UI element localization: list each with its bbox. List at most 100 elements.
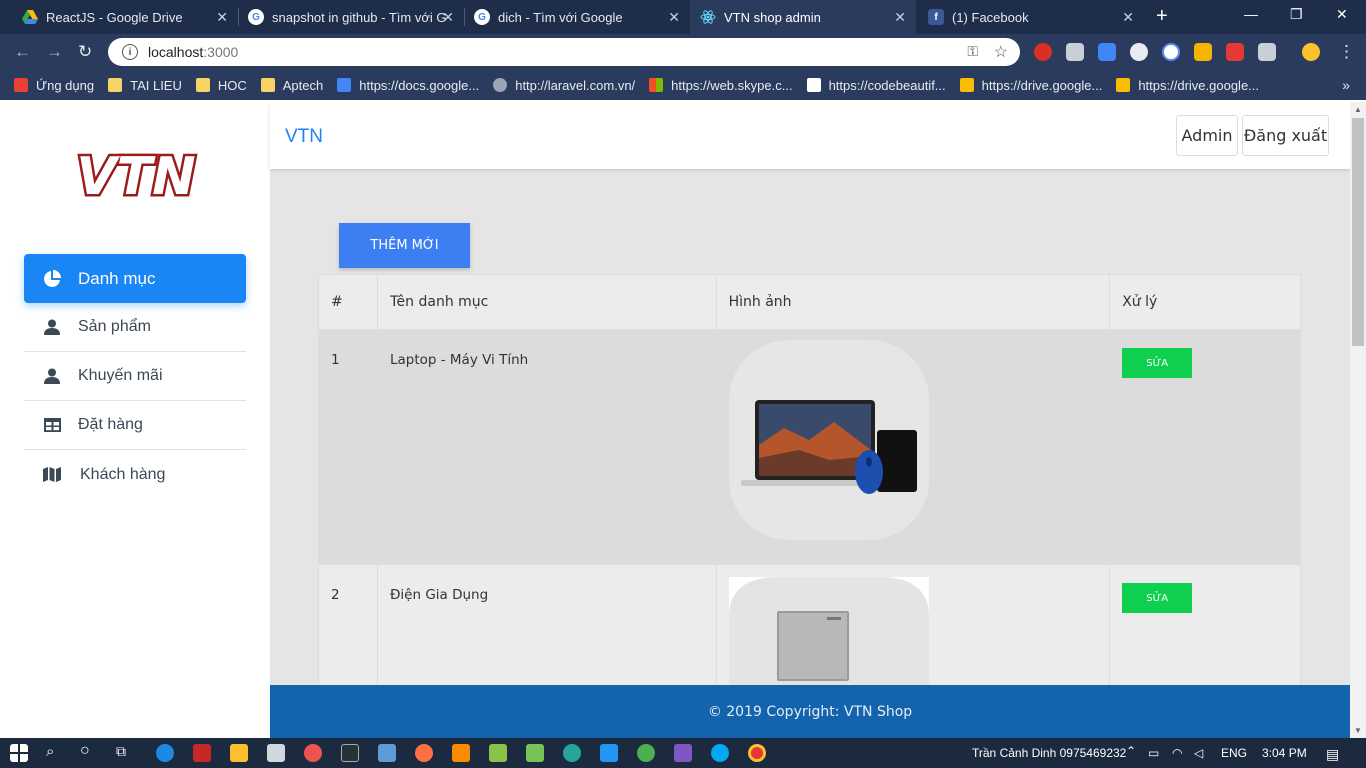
app-icon[interactable] (489, 744, 507, 762)
address-bar[interactable]: i localhost:3000 ⚿ ☆ (108, 38, 1020, 66)
notepad-icon[interactable] (267, 744, 285, 762)
chrome-icon[interactable] (748, 744, 766, 762)
profile-avatar-icon[interactable] (1302, 43, 1320, 61)
bookmark-star-icon[interactable]: ☆ (994, 42, 1008, 62)
close-icon[interactable]: ✕ (668, 9, 680, 26)
android-icon[interactable] (526, 744, 544, 762)
sidebar-item-danh-muc[interactable]: Danh mục (24, 254, 246, 303)
google-icon: G (474, 9, 490, 25)
extension-icon[interactable] (1130, 43, 1148, 61)
bookmark-item[interactable]: Ứng dụng (14, 78, 94, 93)
folder-icon (195, 78, 210, 92)
browser-tab[interactable]: G snapshot in github - Tìm với G ✕ (238, 0, 464, 34)
vscode-icon[interactable] (600, 744, 618, 762)
extension-icon[interactable] (1258, 43, 1276, 61)
task-view-icon[interactable]: ⧉ (116, 743, 126, 760)
react-icon (700, 9, 716, 25)
column-header: # (319, 275, 378, 329)
bookmark-label: https://drive.google... (981, 77, 1103, 93)
sidebar-item-dat-hang[interactable]: Đặt hàng (24, 401, 246, 450)
adblock-icon[interactable] (1034, 43, 1052, 61)
app-icon[interactable] (637, 744, 655, 762)
key-icon[interactable]: ⚿ (967, 43, 978, 60)
category-table: # Tên danh mục Hình ảnh Xử lý 1 Laptop -… (318, 274, 1301, 738)
restore-icon[interactable]: ❐ (1290, 6, 1303, 23)
bookmark-item[interactable]: TAI LIEU (108, 78, 182, 93)
bookmark-item[interactable]: HOC (195, 78, 247, 93)
sidebar-item-khuyen-mai[interactable]: Khuyến mãi (24, 352, 246, 401)
extension-icon[interactable] (1226, 43, 1244, 61)
app-icon[interactable] (304, 744, 322, 762)
browser-tab-active[interactable]: VTN shop admin ✕ (690, 0, 916, 34)
skype-icon[interactable] (711, 744, 729, 762)
back-icon[interactable]: ← (14, 42, 31, 62)
scroll-thumb[interactable] (1352, 118, 1364, 346)
add-new-button[interactable]: THÊM MỚI (339, 223, 470, 268)
edit-button[interactable]: SỬA (1122, 583, 1193, 613)
extension-icon[interactable] (1194, 43, 1212, 61)
reload-icon[interactable]: ↻ (78, 42, 92, 62)
facebook-icon: f (928, 9, 944, 25)
tab-title: VTN shop admin (724, 9, 821, 25)
bookmark-label: Ứng dụng (36, 77, 95, 93)
visual-studio-icon[interactable] (674, 744, 692, 762)
sidebar-item-label: Sản phẩm (78, 318, 151, 335)
notification-icon[interactable]: ▤ (1326, 746, 1339, 763)
bookmark-item[interactable]: https://web.skype.c... (649, 78, 793, 93)
browser-tab[interactable]: G dich - Tìm với Google ✕ (464, 0, 690, 34)
app-icon[interactable] (563, 744, 581, 762)
logout-button[interactable]: Đăng xuất (1242, 115, 1329, 156)
battery-icon[interactable]: ▭ (1148, 746, 1159, 760)
wifi-icon[interactable]: ◠ (1172, 746, 1182, 760)
app-icon[interactable] (193, 744, 211, 762)
sidebar-item-khach-hang[interactable]: Khách hàng (24, 450, 246, 499)
volume-icon[interactable]: ◁ (1194, 746, 1203, 760)
cortana-icon[interactable]: ○ (80, 742, 90, 760)
windows-taskbar: ⌕ ○ ⧉ Trần Cảnh Dinh 0975469232 ⌃ ▭ ◠ ◁ … (0, 738, 1366, 768)
virtualbox-icon[interactable] (378, 744, 396, 762)
edit-button[interactable]: SỬA (1122, 348, 1193, 378)
bookmark-item[interactable]: http://laravel.com.vn/ (493, 78, 635, 93)
admin-button[interactable]: Admin (1176, 115, 1238, 156)
language-indicator[interactable]: ENG (1221, 746, 1247, 760)
google-drive-icon (959, 78, 974, 92)
edge-icon[interactable] (156, 744, 174, 762)
file-explorer-icon[interactable] (230, 744, 248, 762)
sidebar: VTN Danh mục Sản phẩm Khuyến mãi Đặt hàn… (0, 102, 270, 738)
app-icon[interactable] (415, 744, 433, 762)
bookmark-item[interactable]: https://codebeautif... (806, 78, 946, 93)
close-icon[interactable]: ✕ (894, 9, 906, 26)
bookmark-item[interactable]: https://drive.google... (1116, 78, 1259, 93)
forward-icon[interactable]: → (46, 42, 63, 62)
minimize-icon[interactable]: — (1244, 6, 1258, 22)
sidebar-item-san-pham[interactable]: Sản phẩm (24, 303, 246, 352)
menu-dots-icon[interactable]: ⋮ (1338, 42, 1355, 62)
close-icon[interactable]: ✕ (442, 9, 454, 26)
info-icon[interactable]: i (122, 44, 138, 60)
navbar-brand[interactable]: VTN (285, 126, 323, 148)
new-tab-icon[interactable]: + (1156, 5, 1168, 28)
scroll-up-icon[interactable]: ▲ (1354, 105, 1362, 114)
chevron-right-icon[interactable]: » (1342, 77, 1350, 93)
bookmark-item[interactable]: https://docs.google... (337, 78, 479, 93)
close-icon[interactable]: ✕ (216, 9, 228, 26)
browser-tab[interactable]: ReactJS - Google Drive ✕ (12, 0, 238, 34)
close-window-icon[interactable]: ✕ (1336, 6, 1348, 23)
browser-tab[interactable]: f (1) Facebook ✕ (918, 0, 1144, 34)
bookmark-item[interactable]: https://drive.google... (959, 77, 1103, 93)
windows-start-icon[interactable] (10, 744, 28, 762)
column-header: Tên danh mục (378, 275, 717, 329)
close-icon[interactable]: ✕ (1122, 9, 1134, 26)
bookmark-item[interactable]: Aptech (260, 78, 323, 93)
translate-icon[interactable] (1098, 43, 1116, 61)
scroll-down-icon[interactable]: ▼ (1354, 726, 1362, 735)
sidebar-item-label: Khuyến mãi (78, 367, 163, 384)
search-icon[interactable]: ⌕ (46, 743, 54, 760)
extension-icon[interactable] (1162, 43, 1180, 61)
extension-icon[interactable] (1066, 43, 1084, 61)
page-scrollbar[interactable]: ▲ ▼ (1350, 102, 1366, 738)
chevron-up-icon[interactable]: ⌃ (1126, 744, 1136, 758)
xampp-icon[interactable] (452, 744, 470, 762)
phpstorm-icon[interactable] (341, 744, 359, 762)
clock[interactable]: 3:04 PM (1262, 746, 1307, 760)
